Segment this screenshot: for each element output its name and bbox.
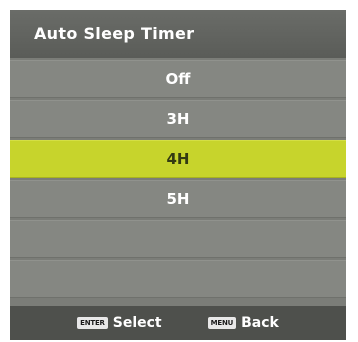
menu-key-icon: MENU <box>207 317 237 329</box>
option-off[interactable]: Off <box>10 60 346 98</box>
enter-key-icon: ENTER <box>77 317 108 329</box>
option-label: 3H <box>166 110 190 128</box>
option-5h[interactable]: 5H <box>10 180 346 218</box>
dialog-title: Auto Sleep Timer <box>34 24 195 43</box>
select-hint-label: Select <box>112 315 162 331</box>
option-label: Off <box>165 70 191 88</box>
option-label: 4H <box>166 150 190 168</box>
back-hint-label: Back <box>241 315 279 331</box>
option-4h-selected[interactable]: 4H <box>10 140 346 178</box>
timer-options-list: Off 3H 4H 5H <box>10 60 346 300</box>
option-label: 5H <box>166 190 190 208</box>
title-bar: Auto Sleep Timer <box>10 10 346 58</box>
back-hint[interactable]: MENU Back <box>207 315 279 331</box>
sleep-timer-dialog: Auto Sleep Timer Off 3H 4H 5H ENTER Sele… <box>10 10 346 340</box>
option-empty-1 <box>10 220 346 258</box>
select-hint[interactable]: ENTER Select <box>77 315 162 331</box>
option-3h[interactable]: 3H <box>10 100 346 138</box>
button-hint-bar: ENTER Select MENU Back <box>10 306 346 340</box>
option-empty-2 <box>10 260 346 298</box>
